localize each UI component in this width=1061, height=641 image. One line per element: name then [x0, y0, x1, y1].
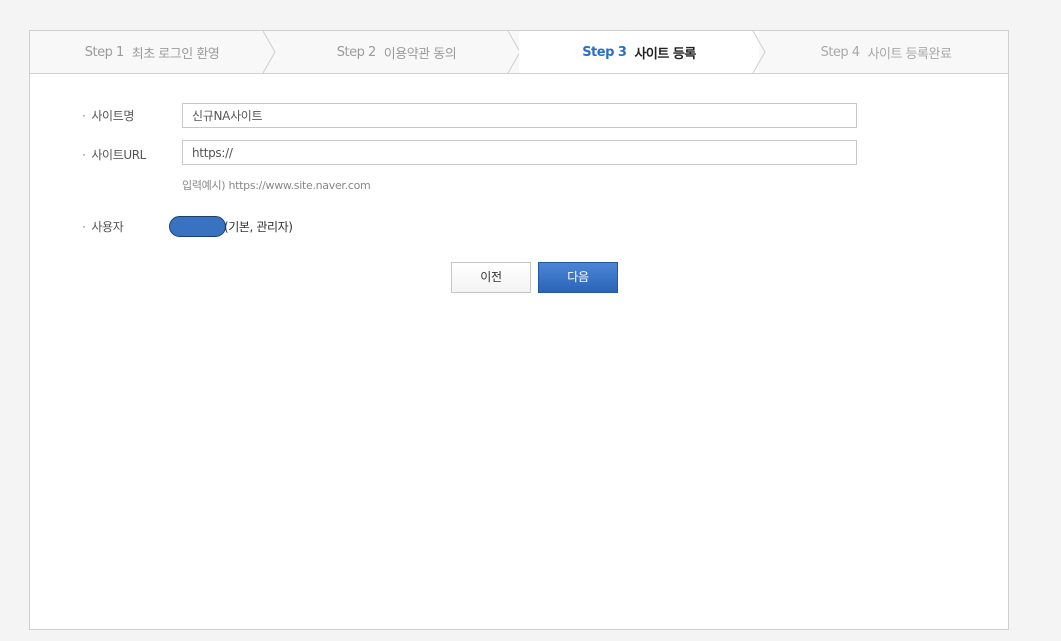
step-4-number: Step 4: [820, 44, 861, 60]
site-url-input[interactable]: [182, 140, 857, 165]
bullet-icon: ·: [82, 220, 86, 234]
user-name-redacted: [169, 216, 226, 237]
step-2: Step 2 이용약관 동의: [274, 31, 519, 73]
step-3: Step 3 사이트 등록: [519, 31, 759, 73]
bullet-icon: ·: [82, 109, 86, 123]
bullet-icon: ·: [82, 148, 86, 162]
step-4-title: 사이트 등록완료: [867, 46, 952, 62]
site-name-label-text: 사이트명: [91, 109, 134, 123]
site-url-hint: 입력예시) https://www.site.naver.com: [182, 179, 371, 192]
site-url-label: · 사이트URL: [82, 146, 146, 163]
site-url-label-text: 사이트URL: [91, 148, 146, 162]
step-2-title: 이용약관 동의: [383, 46, 457, 62]
step-3-number: Step 3: [582, 44, 627, 60]
next-button[interactable]: 다음: [538, 262, 618, 293]
user-label: · 사용자: [82, 218, 124, 235]
site-name-label: · 사이트명: [82, 107, 134, 124]
prev-button[interactable]: 이전: [451, 262, 531, 293]
step-4: Step 4 사이트 등록완료: [764, 31, 1008, 73]
user-label-text: 사용자: [91, 220, 124, 234]
site-name-input[interactable]: [182, 103, 857, 128]
step-3-title: 사이트 등록: [634, 46, 696, 62]
user-role: (기본, 관리자): [224, 220, 293, 234]
step-indicator: Step 1 최초 로그인 환영 Step 2 이용약관 동의 Step 3 사…: [30, 31, 1008, 74]
step-1: Step 1 최초 로그인 환영: [30, 31, 274, 73]
step-1-title: 최초 로그인 환영: [131, 46, 220, 62]
step-1-number: Step 1: [84, 44, 125, 60]
step-2-number: Step 2: [336, 44, 377, 60]
registration-panel: Step 1 최초 로그인 환영 Step 2 이용약관 동의 Step 3 사…: [29, 30, 1009, 630]
